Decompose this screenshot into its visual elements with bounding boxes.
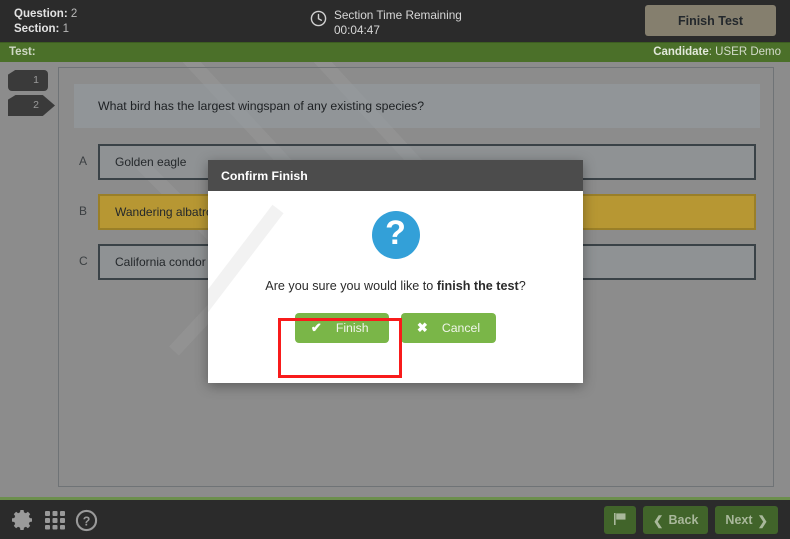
cross-icon: ✖	[416, 320, 428, 335]
option-text-c: California condor	[115, 255, 206, 269]
question-label: Question:	[14, 8, 68, 20]
question-navigator: 1 2	[0, 62, 56, 497]
gear-icon[interactable]	[11, 508, 35, 537]
back-button[interactable]: ❮ Back	[643, 506, 709, 534]
chevron-left-icon: ❮	[653, 513, 664, 528]
bottom-toolbar: ? ❮ Back Next ❯	[0, 497, 790, 539]
candidate-label: Candidate	[653, 46, 709, 58]
question-text: What bird has the largest wingspan of an…	[98, 99, 425, 113]
dialog-cancel-button[interactable]: ✖ Cancel	[400, 313, 497, 343]
candidate-name: USER Demo	[715, 46, 781, 58]
test-name-label: Test:	[9, 46, 36, 58]
svg-text:?: ?	[83, 514, 91, 528]
section-number: 1	[62, 23, 69, 35]
question-tab-1[interactable]: 1	[8, 70, 48, 91]
dialog-message: Are you sure you would like to finish th…	[208, 279, 583, 293]
dialog-message-suffix: ?	[518, 279, 526, 293]
toolbar-right-buttons: ❮ Back Next ❯	[604, 506, 778, 534]
question-mark-icon: ?	[371, 211, 420, 259]
question-tab-2[interactable]: 2	[8, 95, 55, 116]
next-label: Next	[725, 513, 753, 527]
question-text-container: What bird has the largest wingspan of an…	[74, 84, 760, 128]
dialog-title: Confirm Finish	[221, 168, 308, 183]
next-button[interactable]: Next ❯	[715, 506, 778, 534]
timer-title: Section Time Remaining	[334, 8, 462, 22]
flag-icon	[613, 512, 627, 529]
help-circle-icon[interactable]: ?	[75, 509, 98, 537]
confirm-finish-dialog: Confirm Finish ? Are you sure you would …	[208, 160, 583, 383]
dialog-finish-label: Finish	[335, 321, 369, 335]
clock-icon	[310, 10, 327, 32]
timer-value: 00:04:47	[334, 23, 380, 37]
dialog-titlebar: Confirm Finish	[208, 160, 583, 191]
top-header-bar: Question: 2 Section: 1 Section Time Rema…	[0, 0, 790, 42]
flag-question-button[interactable]	[604, 506, 637, 534]
back-label: Back	[668, 513, 699, 527]
dialog-body: ? Are you sure you would like to finish …	[208, 191, 583, 383]
dialog-finish-button[interactable]: ✔ Finish	[294, 313, 389, 343]
option-letter-c: C	[79, 254, 88, 268]
option-letter-a: A	[79, 154, 88, 168]
check-icon: ✔	[310, 320, 322, 335]
dialog-button-row: ✔ Finish ✖ Cancel	[208, 313, 583, 343]
toolbar-left-icons: ?	[11, 508, 98, 537]
dialog-cancel-label: Cancel	[441, 321, 481, 335]
question-number: 2	[70, 8, 78, 20]
question-section-info: Question: 2 Section: 1	[14, 7, 77, 37]
dialog-message-prefix: Are you sure you would like to	[265, 279, 437, 293]
option-letter-b: B	[79, 204, 88, 218]
dialog-message-bold: finish the test	[436, 279, 519, 293]
dialog-icon-container: ?	[208, 211, 583, 259]
finish-test-button[interactable]: Finish Test	[645, 5, 776, 36]
candidate-info: Candidate: USER Demo	[653, 46, 781, 58]
option-text-a: Golden eagle	[115, 155, 187, 169]
section-timer: Section Time Remaining 00:04:47	[310, 8, 462, 38]
test-info-bar: Test: Candidate: USER Demo	[0, 42, 790, 62]
test-player-window: Question: 2 Section: 1 Section Time Rema…	[0, 0, 790, 539]
section-label: Section:	[14, 23, 60, 35]
chevron-right-icon: ❯	[757, 513, 768, 528]
grid-icon[interactable]	[44, 509, 66, 536]
